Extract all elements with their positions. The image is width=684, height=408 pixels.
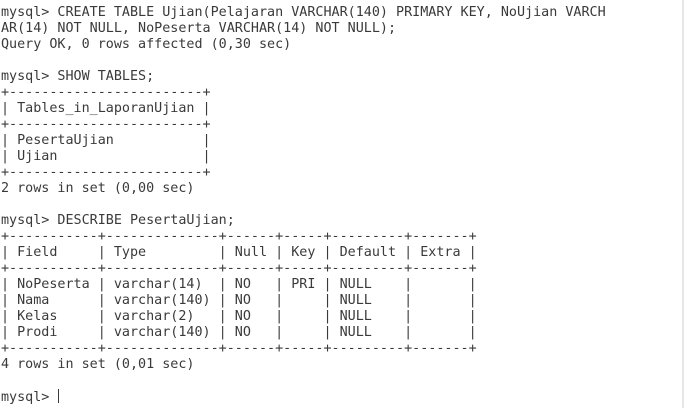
output-block-show-tables: mysql> SHOW TABLES; +-------------------… <box>1 69 684 197</box>
table-border: +-----------+--------------+------+-----… <box>1 341 477 356</box>
table-border: +------------------------+ <box>1 117 211 132</box>
table-header-row: | Tables_in_LaporanUjian | <box>1 101 211 116</box>
table-border: +------------------------+ <box>1 85 211 100</box>
table-border: +-----------+--------------+------+-----… <box>1 229 477 244</box>
table-row: | Ujian | <box>1 149 211 164</box>
terminal-window[interactable]: mysql> CREATE TABLE Ujian(Pelajaran VARC… <box>0 0 684 408</box>
table-row: | PesertaUjian | <box>1 133 211 148</box>
row-count-message: 2 rows in set (0,00 sec) <box>1 181 195 196</box>
command-line-wrap: AR(14) NOT NULL, NoPeserta VARCHAR(14) N… <box>1 21 397 36</box>
command-line: mysql> SHOW TABLES; <box>1 69 155 84</box>
command-line: mysql> DESCRIBE PesertaUjian; <box>1 213 235 228</box>
table-border: +-----------+--------------+------+-----… <box>1 261 477 276</box>
text-cursor <box>58 389 60 403</box>
table-header-row: | Field | Type | Null | Key | Default | … <box>1 245 477 260</box>
row-count-message: 4 rows in set (0,01 sec) <box>1 357 195 372</box>
table-row: | Kelas | varchar(2) | NO | | NULL | | <box>1 309 477 324</box>
table-row: | Prodi | varchar(140) | NO | | NULL | | <box>1 325 477 340</box>
output-block-describe: mysql> DESCRIBE PesertaUjian; +---------… <box>1 213 684 373</box>
query-result-message: Query OK, 0 rows affected (0,30 sec) <box>1 37 292 52</box>
prompt-label: mysql> <box>1 390 58 405</box>
table-border: +------------------------+ <box>1 165 211 180</box>
command-line: mysql> CREATE TABLE Ujian(Pelajaran VARC… <box>1 5 606 20</box>
input-prompt-line[interactable]: mysql> <box>1 389 684 405</box>
table-row: | NoPeserta | varchar(14) | NO | PRI | N… <box>1 277 477 292</box>
table-row: | Nama | varchar(140) | NO | | NULL | | <box>1 293 477 308</box>
output-block-create-table: mysql> CREATE TABLE Ujian(Pelajaran VARC… <box>1 5 684 53</box>
